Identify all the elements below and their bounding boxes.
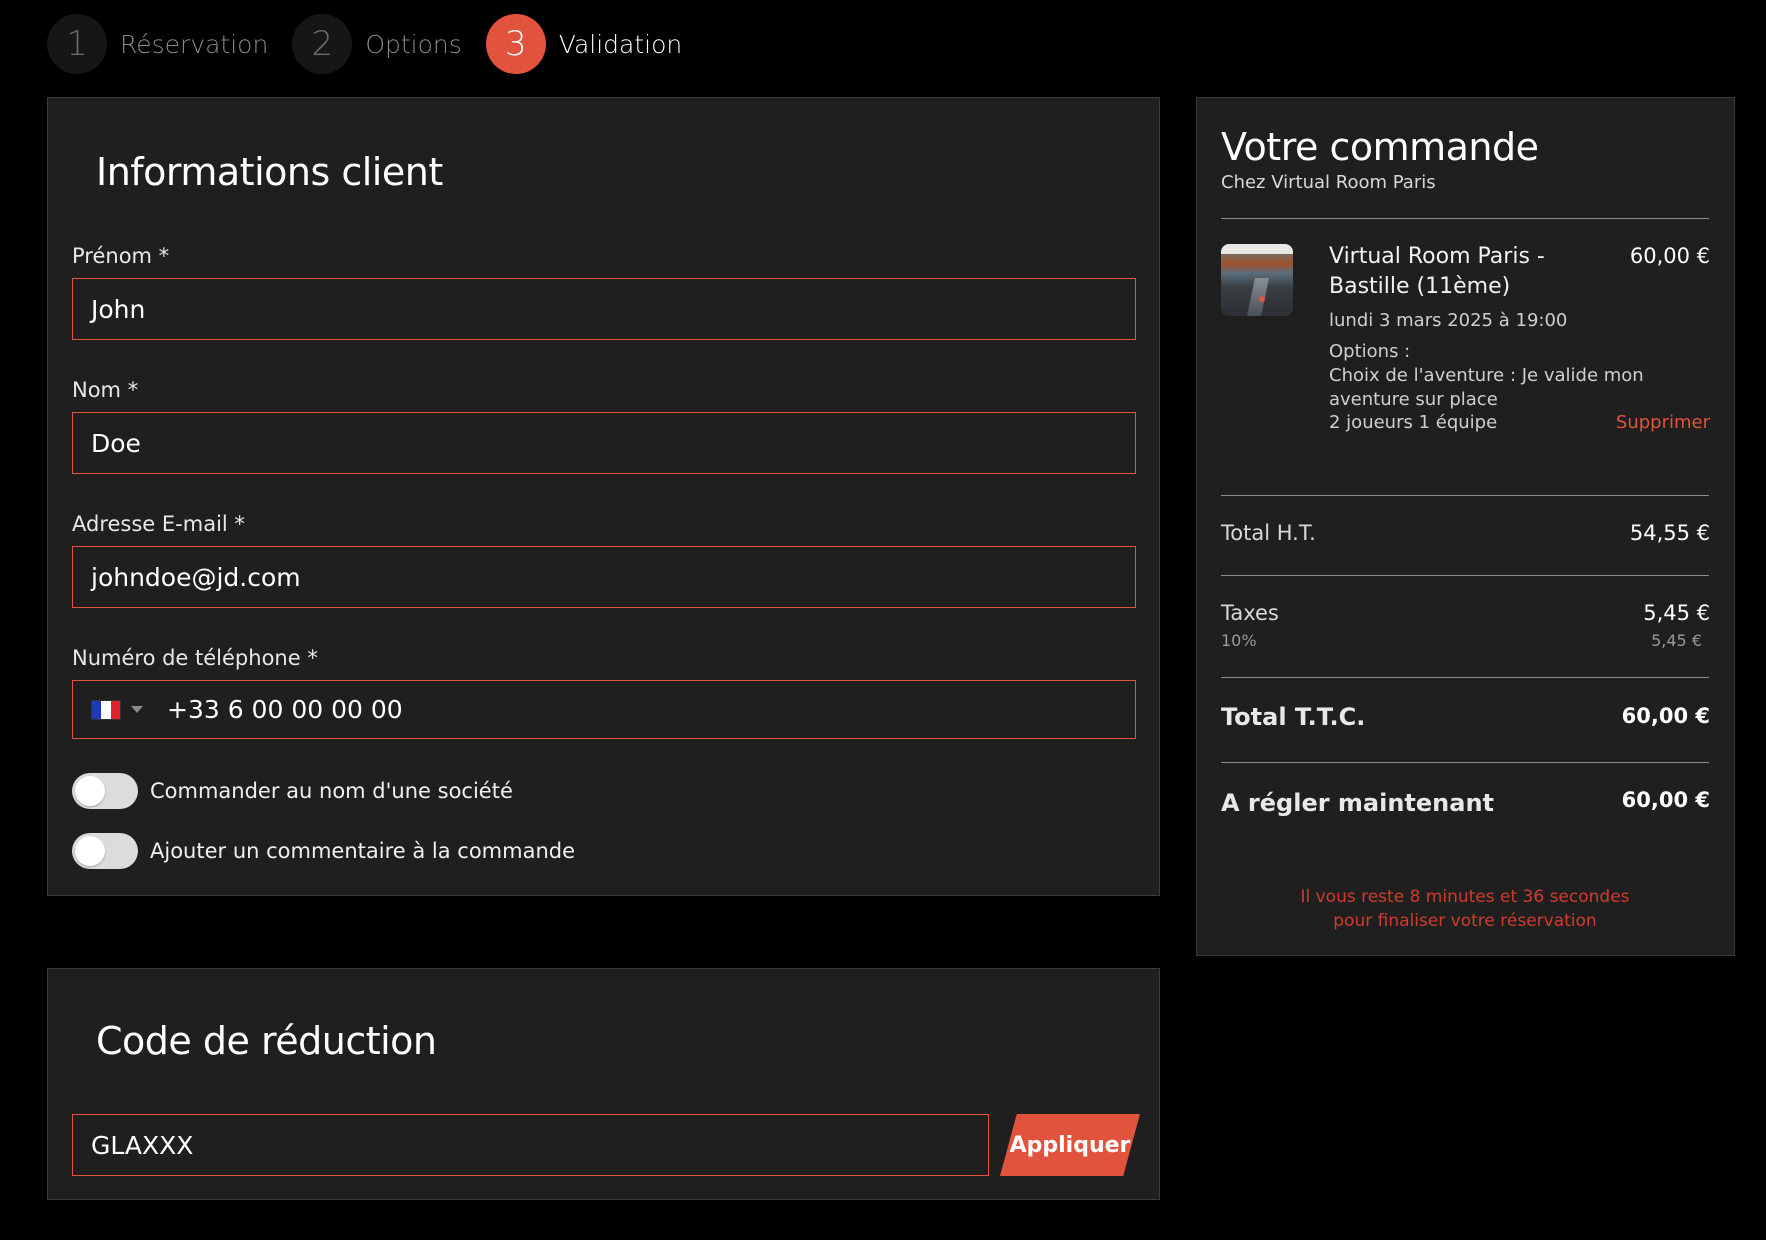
remove-item-link[interactable]: Supprimer xyxy=(1616,412,1710,433)
step-number: 3 xyxy=(485,14,546,74)
divider xyxy=(1221,495,1709,496)
email-field[interactable]: johndoe@jd.com xyxy=(72,546,1136,608)
client-info-title: Informations client xyxy=(96,150,443,194)
fr-flag-icon[interactable] xyxy=(91,699,121,720)
step-number: 2 xyxy=(292,14,353,74)
taxes-label: Taxes xyxy=(1221,601,1279,625)
timer-line-1: Il vous reste 8 minutes et 36 secondes xyxy=(1300,887,1630,907)
email-value: johndoe@jd.com xyxy=(91,562,301,592)
phone-field[interactable]: +33 6 00 00 00 00 xyxy=(72,680,1136,739)
checkout-stepper: 1 Réservation 2 Options 3 Validation xyxy=(47,14,706,74)
comment-toggle-row: Ajouter un commentaire à la commande xyxy=(72,833,575,869)
last-name-value: Doe xyxy=(91,428,141,458)
first-name-label: Prénom * xyxy=(72,244,170,268)
total-ttc-value: 60,00 € xyxy=(1621,704,1710,728)
apply-promo-button[interactable]: Appliquer xyxy=(1000,1114,1140,1176)
first-name-field[interactable]: John xyxy=(72,278,1136,340)
pay-now-label: A régler maintenant xyxy=(1221,789,1495,817)
step-label: Validation xyxy=(558,29,683,59)
tax-rate-value: 5,45 € xyxy=(1651,631,1702,650)
order-item-options-title: Options : xyxy=(1329,341,1411,362)
step-label: Options xyxy=(365,29,462,59)
divider xyxy=(1221,218,1709,219)
step-validation: 3 Validation xyxy=(485,14,683,74)
order-subtitle: Chez Virtual Room Paris xyxy=(1221,172,1436,193)
client-info-card: Informations client Prénom * John Nom * … xyxy=(47,97,1160,896)
order-title: Votre commande xyxy=(1221,125,1539,169)
last-name-field[interactable]: Doe xyxy=(72,412,1136,474)
timer-line-2: pour finaliser votre réservation xyxy=(1333,911,1597,931)
divider xyxy=(1221,575,1709,576)
tax-rate-label: 10% xyxy=(1221,631,1257,650)
total-ht-value: 54,55 € xyxy=(1629,521,1710,545)
step-reservation[interactable]: 1 Réservation xyxy=(47,14,268,74)
first-name-value: John xyxy=(91,294,146,324)
step-label: Réservation xyxy=(120,29,269,59)
promo-code-value: GLAXXX xyxy=(91,1130,194,1160)
taxes-value: 5,45 € xyxy=(1643,601,1710,625)
pay-now-value: 60,00 € xyxy=(1621,788,1710,812)
phone-value: +33 6 00 00 00 00 xyxy=(167,695,403,724)
comment-toggle[interactable] xyxy=(72,833,138,869)
company-order-label: Commander au nom d'une société xyxy=(150,779,513,803)
order-item-date: lundi 3 mars 2025 à 19:00 xyxy=(1329,310,1568,331)
company-order-toggle[interactable] xyxy=(72,773,138,809)
promo-code-input[interactable]: GLAXXX xyxy=(72,1114,989,1176)
toggle-knob xyxy=(75,836,105,866)
divider xyxy=(1221,677,1709,678)
chevron-down-icon[interactable] xyxy=(131,706,143,713)
reservation-timer: Il vous reste 8 minutes et 36 secondes p… xyxy=(1221,885,1709,933)
step-options[interactable]: 2 Options xyxy=(292,14,462,74)
step-number: 1 xyxy=(47,14,107,74)
order-item-options-text: Choix de l'aventure : Je valide mon aven… xyxy=(1329,365,1644,410)
room-thumbnail xyxy=(1221,244,1293,316)
toggle-knob xyxy=(75,776,105,806)
company-order-toggle-row: Commander au nom d'une société xyxy=(72,773,513,809)
total-ht-label: Total H.T. xyxy=(1221,521,1316,545)
order-item-name: Virtual Room Paris - Bastille (11ème) xyxy=(1329,244,1545,299)
promo-code-card: Code de réduction GLAXXX Appliquer xyxy=(47,968,1160,1200)
last-name-label: Nom * xyxy=(72,378,139,402)
phone-label: Numéro de téléphone * xyxy=(72,646,318,670)
order-item-quantity: 2 joueurs 1 équipe xyxy=(1329,412,1498,433)
divider xyxy=(1221,762,1709,763)
comment-toggle-label: Ajouter un commentaire à la commande xyxy=(150,839,576,863)
total-ttc-label: Total T.T.C. xyxy=(1221,703,1366,731)
email-label: Adresse E-mail * xyxy=(72,512,245,536)
promo-code-title: Code de réduction xyxy=(96,1019,437,1063)
order-item-price: 60,00 € xyxy=(1629,244,1710,268)
order-summary-card: Votre commande Chez Virtual Room Paris V… xyxy=(1196,97,1735,956)
